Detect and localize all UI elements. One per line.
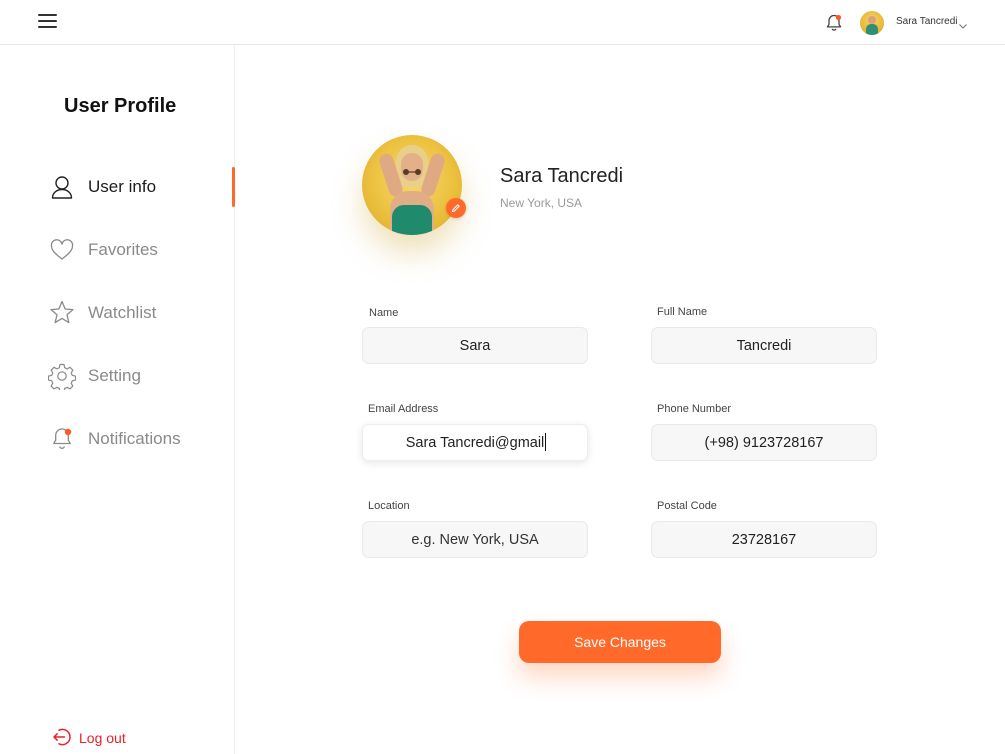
sidebar-item-label: Setting: [88, 366, 141, 385]
sidebar-item-label: Watchlist: [88, 303, 157, 322]
sidebar-item-user-info[interactable]: User info: [48, 167, 235, 207]
top-bar: Sara Tancredi: [0, 0, 1005, 45]
sidebar-item-notifications[interactable]: Notifications: [48, 419, 235, 459]
text-caret: [545, 433, 546, 451]
name-field[interactable]: [362, 327, 588, 364]
phone-field[interactable]: [651, 424, 877, 461]
sidebar-item-label: Notifications: [88, 429, 181, 448]
postal-code-field[interactable]: [651, 521, 877, 558]
user-icon: [48, 173, 76, 201]
menu-icon[interactable]: [38, 14, 58, 30]
notification-bell-icon[interactable]: [823, 12, 845, 34]
profile-location: New York, USA: [500, 196, 583, 210]
name-label: Name: [369, 307, 399, 319]
sidebar-item-favorites[interactable]: Favorites: [48, 230, 235, 270]
email-field[interactable]: [362, 424, 588, 461]
header-avatar[interactable]: [860, 11, 884, 35]
email-label: Email Address: [368, 403, 439, 415]
full-name-field[interactable]: [651, 327, 877, 364]
location-field[interactable]: [362, 521, 588, 558]
heart-icon: [48, 236, 76, 264]
header-user-name[interactable]: Sara Tancredi: [896, 16, 958, 27]
edit-avatar-button[interactable]: [446, 198, 466, 218]
phone-label: Phone Number: [657, 403, 731, 415]
sidebar: User Profile User info Favorites Watchli…: [0, 45, 235, 754]
star-icon: [48, 299, 76, 327]
gear-icon: [47, 362, 77, 393]
sidebar-item-label: User info: [88, 177, 157, 196]
location-label: Location: [368, 500, 410, 512]
logout-button[interactable]: Log out: [52, 727, 142, 749]
sidebar-item-setting[interactable]: Setting: [47, 356, 235, 396]
postal-code-label: Postal Code: [657, 500, 717, 512]
chevron-down-icon[interactable]: [958, 17, 968, 29]
save-changes-button[interactable]: Save Changes: [519, 621, 721, 663]
profile-name: Sara Tancredi: [500, 165, 624, 187]
pencil-icon: [451, 204, 460, 213]
sidebar-title: User Profile: [64, 95, 177, 117]
sidebar-item-watchlist[interactable]: Watchlist: [48, 293, 235, 333]
bell-icon: [48, 425, 76, 453]
logout-label: Log out: [79, 730, 126, 746]
logout-icon: [52, 727, 72, 747]
profile-avatar: [362, 135, 462, 235]
sidebar-item-label: Favorites: [88, 240, 158, 259]
full-name-label: Full Name: [657, 306, 708, 318]
active-indicator: [232, 167, 235, 207]
